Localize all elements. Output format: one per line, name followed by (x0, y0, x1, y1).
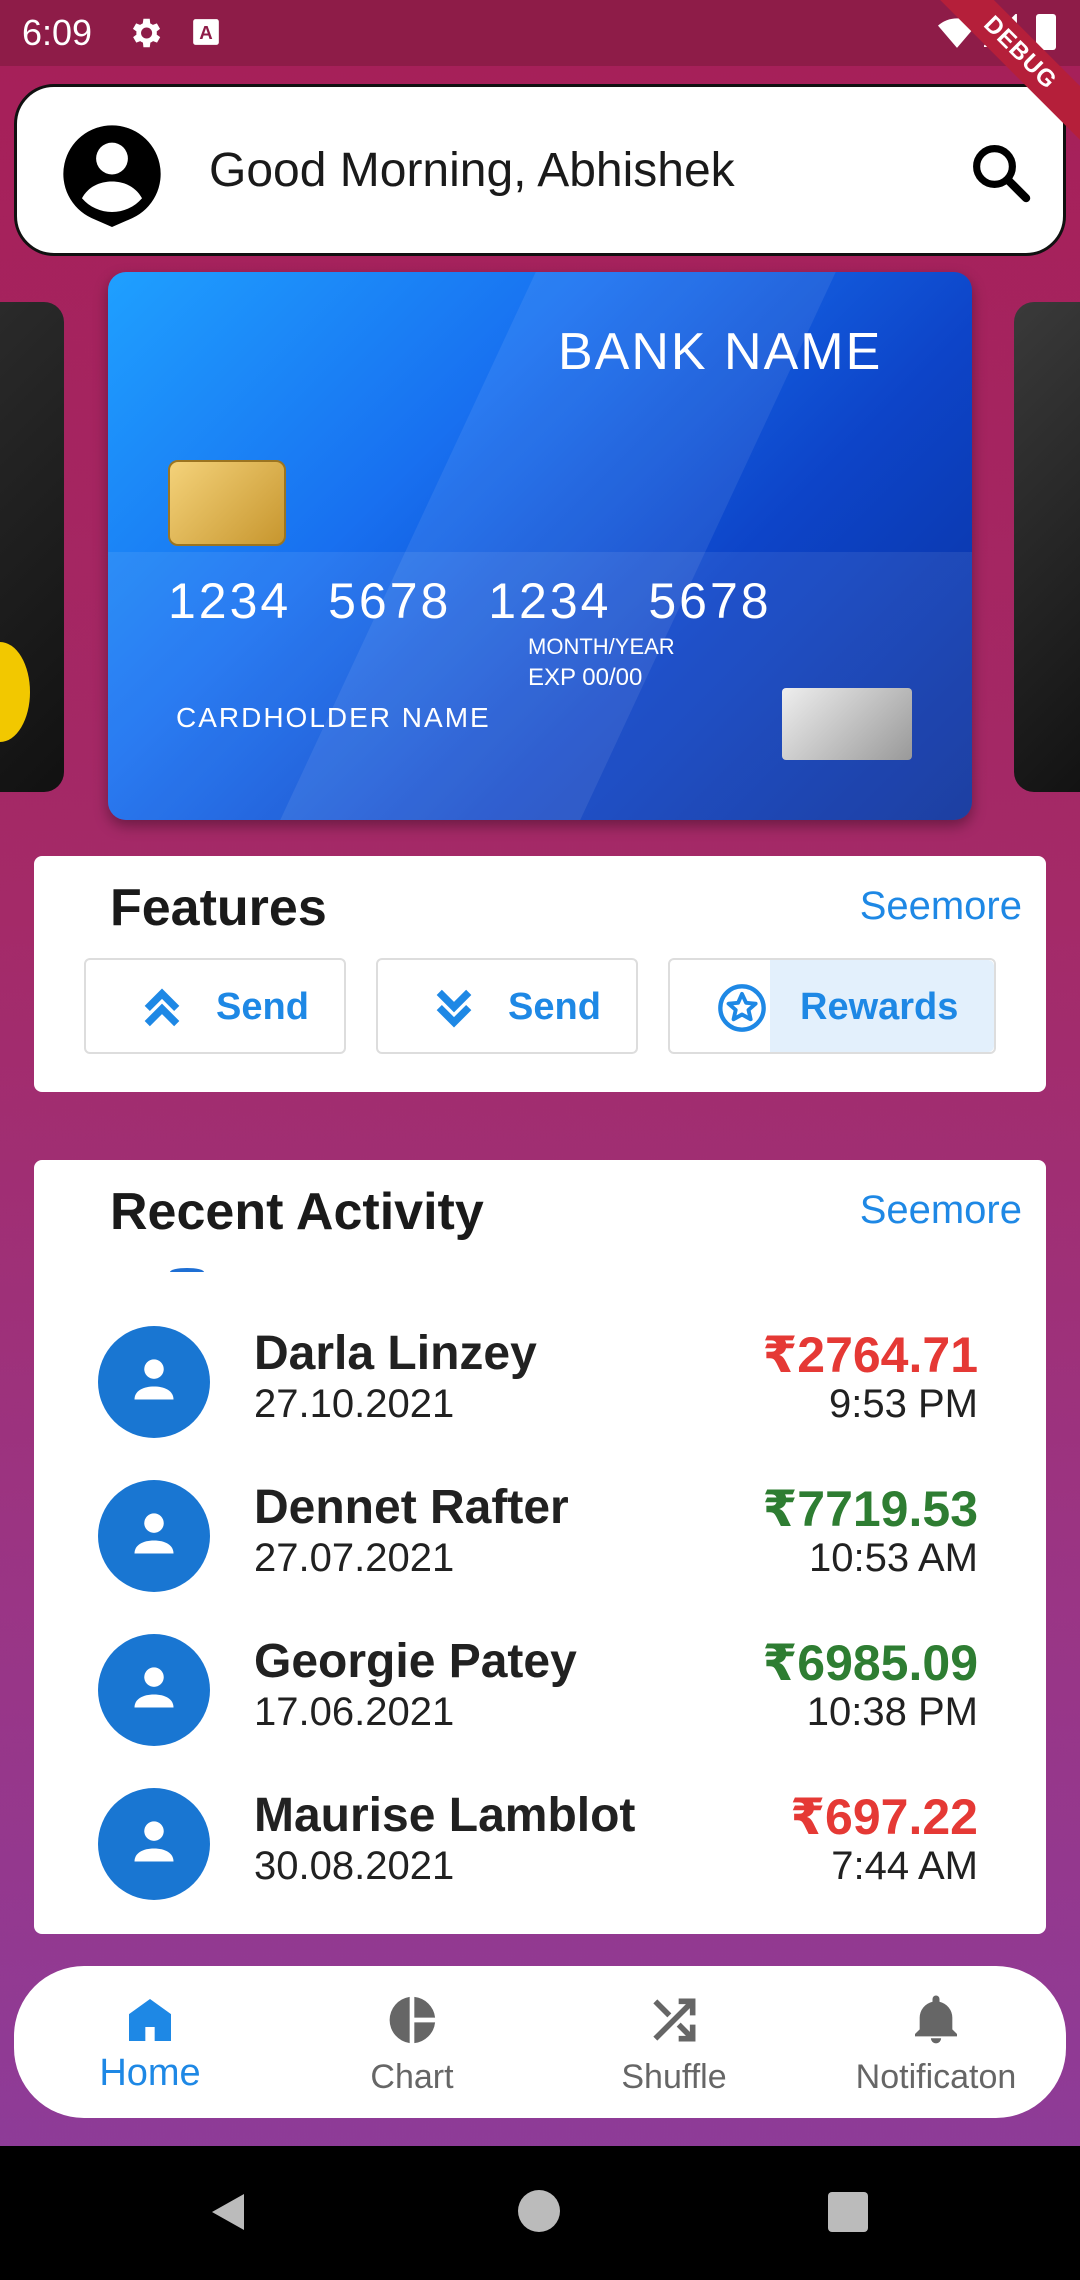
rewards-label: Rewards (800, 986, 959, 1028)
card-expiry: EXP 00/00 (528, 664, 643, 691)
transaction-amount: ₹6985.09 (762, 1635, 978, 1691)
bottom-nav: Home Chart Shuffle Notificaton (14, 1966, 1066, 2118)
transaction-amount: ₹2764.71 (762, 1327, 978, 1383)
card-chip (168, 460, 286, 546)
recent-activity-title: Recent Activity (110, 1183, 484, 1241)
contact-name: Maurise Lamblot (254, 1789, 636, 1842)
person-icon (134, 1667, 174, 1708)
card-carousel-next[interactable] (1014, 302, 1080, 792)
transaction-time: 9:53 PM (829, 1382, 978, 1426)
bell-icon (915, 1995, 957, 2044)
bank-name: BANK NAME (558, 323, 883, 381)
settings-gear-icon (132, 18, 161, 48)
transaction-date: 17.06.2021 (254, 1690, 455, 1734)
contact-avatar (98, 1480, 210, 1592)
card-carousel-prev[interactable] (0, 302, 64, 792)
recents-square-icon[interactable] (828, 2192, 868, 2232)
status-bar: 6:09 A (0, 0, 1080, 66)
activity-row[interactable]: Georgie Patey 17.06.2021 ₹6985.09 10:38 … (34, 1624, 1046, 1774)
card-emblem (0, 642, 30, 742)
pie-chart-icon (389, 1996, 436, 2044)
back-icon[interactable] (204, 2188, 252, 2236)
bank-card[interactable]: BANK NAME 1234 5678 1234 5678 MONTH/YEAR… (108, 272, 972, 820)
activity-row[interactable]: Dennet Rafter 27.07.2021 ₹7719.53 10:53 … (34, 1470, 1046, 1620)
activity-seemore-link[interactable]: Seemore (860, 1188, 1022, 1233)
user-avatar-icon[interactable] (59, 121, 165, 227)
status-time: 6:09 (22, 12, 93, 53)
transaction-time: 7:44 AM (831, 1844, 978, 1888)
search-icon[interactable] (967, 139, 1033, 205)
features-seemore-link[interactable]: Seemore (860, 884, 1022, 929)
send-up-label: Send (216, 986, 309, 1028)
person-icon (134, 1513, 174, 1554)
send-up-button[interactable]: Send (84, 958, 346, 1054)
transaction-date: 27.10.2021 (254, 1382, 455, 1426)
double-chevron-down-icon (436, 989, 472, 1028)
features-title: Features (110, 879, 327, 937)
contact-avatar (98, 1788, 210, 1900)
nav-notification[interactable]: Notificaton (826, 1966, 1046, 2118)
contact-name: Georgie Patey (254, 1635, 577, 1688)
nav-home-label: Home (99, 2052, 201, 2094)
nav-chart-label: Chart (370, 2058, 454, 2096)
person-icon (134, 1821, 174, 1862)
text-a-icon: A (193, 19, 219, 45)
system-navigation-bar (0, 2146, 1080, 2280)
greeting-search-bar[interactable]: Good Morning, Abhishek (14, 84, 1066, 256)
home-icon (129, 1999, 171, 2041)
transaction-amount: ₹697.22 (790, 1789, 978, 1845)
card-holder-name: CARDHOLDER NAME (176, 702, 491, 733)
card-month-year-label: MONTH/YEAR (528, 634, 675, 659)
card-number: 1234 5678 1234 5678 (168, 573, 772, 629)
activity-row[interactable]: Maurise Lamblot 30.08.2021 ₹697.22 7:44 … (34, 1778, 1046, 1928)
shuffle-icon (653, 1998, 696, 2042)
greeting-text: Good Morning, Abhishek (209, 144, 735, 197)
person-icon (134, 1359, 174, 1400)
contact-name: Dennet Rafter (254, 1481, 569, 1534)
nav-chart[interactable]: Chart (302, 1966, 522, 2118)
transaction-time: 10:38 PM (806, 1690, 978, 1734)
double-chevron-up-icon (144, 988, 180, 1027)
status-letter: A (199, 22, 212, 43)
star-circle-icon (718, 984, 766, 1032)
activity-row[interactable]: Darla Linzey 27.10.2021 ₹2764.71 9:53 PM (34, 1316, 1046, 1466)
transaction-date: 27.07.2021 (254, 1536, 455, 1580)
send-down-button[interactable]: Send (376, 958, 638, 1054)
home-circle-icon[interactable] (518, 2190, 560, 2232)
nav-shuffle[interactable]: Shuffle (564, 1966, 784, 2118)
transaction-amount: ₹7719.53 (762, 1481, 978, 1537)
features-panel: Features Seemore Send Send Rewards (34, 856, 1046, 1092)
send-down-label: Send (508, 986, 601, 1028)
contact-avatar (98, 1326, 210, 1438)
card-hologram (782, 688, 912, 760)
recent-activity-panel: Recent Activity Seemore Darla Linzey 27.… (34, 1160, 1046, 1934)
nav-home[interactable]: Home (40, 1966, 260, 2118)
scroll-hint (170, 1268, 204, 1276)
transaction-time: 10:53 AM (808, 1536, 978, 1580)
transaction-date: 30.08.2021 (254, 1844, 455, 1888)
nav-shuffle-label: Shuffle (621, 2058, 727, 2096)
contact-name: Darla Linzey (254, 1327, 537, 1380)
contact-avatar (98, 1634, 210, 1746)
nav-notification-label: Notificaton (855, 2058, 1017, 2096)
rewards-button[interactable]: Rewards (668, 958, 996, 1054)
